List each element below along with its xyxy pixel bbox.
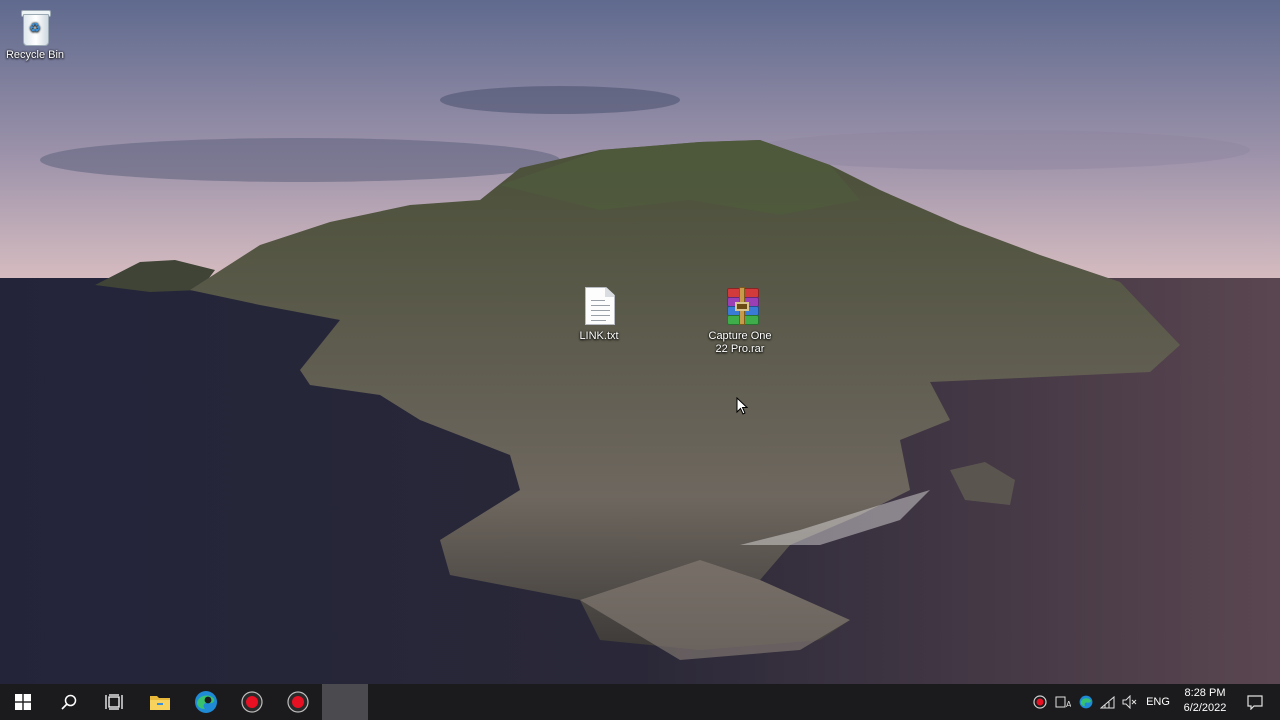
tray-network[interactable] — [1098, 684, 1118, 720]
start-button[interactable] — [0, 684, 46, 720]
file-explorer-icon — [150, 696, 170, 710]
windows-logo-icon — [15, 694, 31, 710]
edge-icon — [195, 691, 217, 713]
edge-icon — [1079, 695, 1093, 709]
record-icon — [241, 691, 263, 713]
desktop-icon-link-txt[interactable]: LINK.txt — [561, 287, 637, 343]
tray-recorder[interactable] — [1030, 684, 1050, 720]
desktop-icon-label: Capture One 22 Pro.rar — [708, 330, 772, 355]
input-method-icon: A — [1055, 696, 1071, 709]
action-center-button[interactable] — [1242, 684, 1268, 720]
taskbar: A ENG 8:28 PM 6/2/2022 — [0, 684, 1280, 720]
tray-input-indicator[interactable]: A — [1052, 684, 1074, 720]
active-app-button[interactable] — [322, 684, 368, 720]
record-icon — [1033, 695, 1047, 709]
recycle-bin-icon: ♻ — [15, 6, 55, 46]
clock-time: 8:28 PM — [1184, 687, 1226, 699]
text-file-icon — [579, 287, 619, 327]
recorder-button-2[interactable] — [275, 684, 321, 720]
desktop-icon-label: LINK.txt — [579, 330, 619, 342]
svg-text:A: A — [1066, 700, 1071, 709]
desktop-icon-label: Recycle Bin — [5, 49, 65, 61]
system-clock[interactable]: 8:28 PM 6/2/2022 — [1176, 686, 1234, 716]
task-view-button[interactable] — [91, 684, 137, 720]
volume-muted-icon — [1122, 695, 1137, 709]
tray-edge[interactable] — [1076, 684, 1096, 720]
desktop-icon-recycle-bin[interactable]: ♻ Recycle Bin — [0, 6, 73, 62]
language-indicator[interactable]: ENG — [1142, 684, 1174, 720]
notification-icon — [1247, 695, 1263, 710]
network-icon — [1100, 695, 1115, 709]
record-icon — [287, 691, 309, 713]
island-landscape — [0, 0, 1280, 684]
mouse-pointer-icon — [736, 397, 748, 415]
file-explorer-button[interactable] — [137, 684, 183, 720]
search-button[interactable] — [46, 684, 92, 720]
tray-volume[interactable] — [1120, 684, 1140, 720]
winrar-archive-icon — [720, 287, 760, 327]
search-icon — [61, 694, 77, 710]
desktop-icon-capture-one-rar[interactable]: Capture One 22 Pro.rar — [702, 287, 778, 356]
recorder-button[interactable] — [229, 684, 275, 720]
desktop-wallpaper — [0, 0, 1280, 684]
edge-browser-button[interactable] — [183, 684, 229, 720]
clock-date: 6/2/2022 — [1183, 702, 1227, 714]
task-view-icon — [105, 694, 123, 710]
